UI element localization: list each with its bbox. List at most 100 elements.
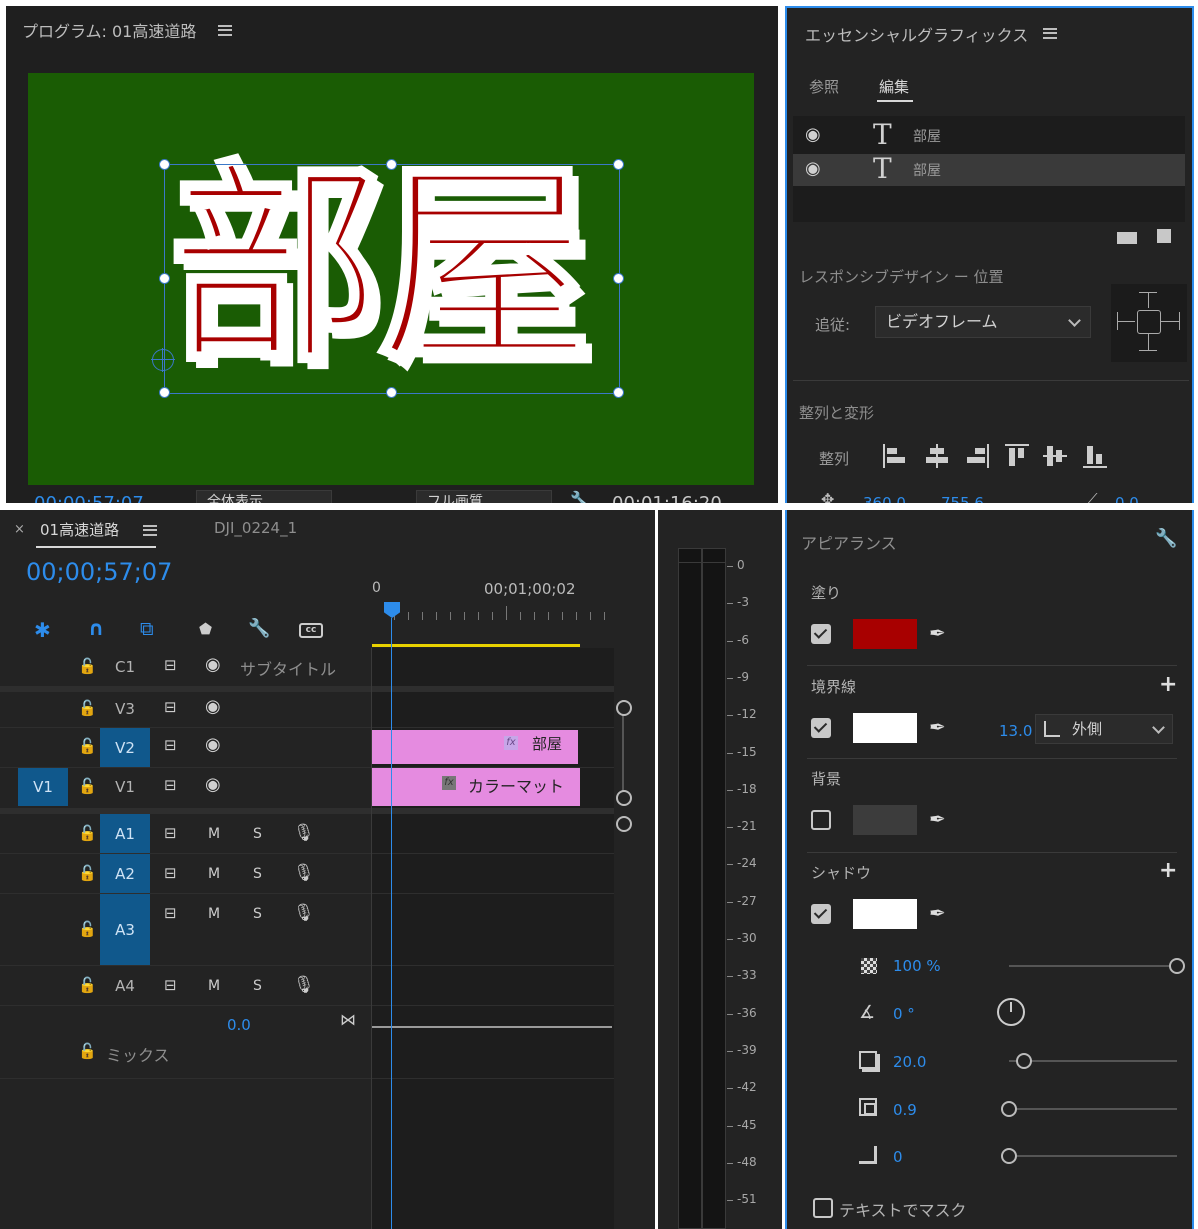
stroke-color-swatch[interactable] xyxy=(853,713,917,743)
mix-volume-value[interactable]: 0.0 xyxy=(227,1016,251,1034)
snap-magnet-icon[interactable]: ∩ xyxy=(88,616,104,640)
eye-icon[interactable]: ◉ xyxy=(205,654,221,675)
mute-button[interactable]: M xyxy=(208,826,220,842)
video-frame[interactable]: 部屋 xyxy=(28,73,754,485)
align-left-icon[interactable] xyxy=(883,444,907,468)
lock-icon[interactable]: 🔓 xyxy=(78,1042,97,1060)
handle-top-mid[interactable] xyxy=(386,159,397,170)
eye-icon[interactable]: ◉ xyxy=(205,734,221,755)
nest-toggle-icon[interactable]: ✱ xyxy=(34,618,51,642)
mute-button[interactable]: M xyxy=(208,866,220,882)
background-color-swatch[interactable] xyxy=(853,805,917,835)
layer-row[interactable]: ◉ T 部屋 xyxy=(793,118,1185,152)
sync-lock-icon[interactable]: ⊟ xyxy=(164,976,177,994)
handle-bottom-right[interactable] xyxy=(613,387,624,398)
pin-to-edges-widget[interactable] xyxy=(1111,284,1187,362)
handle-bottom-mid[interactable] xyxy=(386,387,397,398)
stroke-position-dropdown[interactable]: 外側 xyxy=(1035,714,1173,744)
add-stroke-icon[interactable]: + xyxy=(1159,672,1177,697)
new-group-folder-icon[interactable] xyxy=(1117,232,1137,244)
lock-icon[interactable]: 🔓 xyxy=(78,864,97,882)
timeline-menu-icon[interactable] xyxy=(143,525,157,536)
lock-icon[interactable]: 🔓 xyxy=(78,737,97,755)
stroke-checkbox[interactable] xyxy=(811,718,831,738)
track-label-a3[interactable]: A3 xyxy=(100,894,150,966)
shadow-blur-value[interactable]: 0 xyxy=(893,1148,903,1166)
handle-top-left[interactable] xyxy=(159,159,170,170)
sync-lock-icon[interactable]: ⊟ xyxy=(164,698,177,716)
mute-button[interactable]: M xyxy=(208,906,220,922)
track-label-v1[interactable]: V1 xyxy=(100,768,150,806)
eyedropper-icon[interactable]: ✒ xyxy=(929,715,946,739)
lock-icon[interactable]: 🔓 xyxy=(78,777,97,795)
sync-lock-icon[interactable]: ⊟ xyxy=(164,864,177,882)
anchor-point-icon[interactable] xyxy=(151,348,175,372)
add-marker-icon[interactable]: ⬟ xyxy=(199,620,212,638)
microphone-icon[interactable]: 🎙 xyxy=(293,863,315,883)
handle-mid-right[interactable] xyxy=(613,273,624,284)
eye-icon[interactable]: ◉ xyxy=(205,774,221,795)
scroll-handle-bottom[interactable] xyxy=(616,790,632,806)
vertical-scrollbar[interactable] xyxy=(616,690,632,810)
microphone-icon[interactable]: 🎙 xyxy=(293,903,315,923)
fill-color-swatch[interactable] xyxy=(853,619,917,649)
solo-button[interactable]: S xyxy=(253,978,262,994)
position-x-value[interactable]: 360.0 xyxy=(863,494,906,503)
shadow-distance-value[interactable]: 20.0 xyxy=(893,1053,926,1071)
size-slider-handle[interactable] xyxy=(1001,1101,1017,1117)
opacity-slider-handle[interactable] xyxy=(1169,958,1185,974)
eyedropper-icon[interactable]: ✒ xyxy=(929,621,946,645)
sync-lock-icon[interactable]: ⊟ xyxy=(164,736,177,754)
shadow-opacity-value[interactable]: 100 % xyxy=(893,957,941,975)
opacity-slider-track[interactable] xyxy=(1009,965,1177,967)
handle-mid-left[interactable] xyxy=(159,273,170,284)
microphone-icon[interactable]: 🎙 xyxy=(293,975,315,995)
close-tab-icon[interactable]: × xyxy=(14,522,25,537)
scroll-handle-top[interactable] xyxy=(616,700,632,716)
follow-dropdown[interactable]: ビデオフレーム xyxy=(875,306,1091,338)
essential-graphics-menu-icon[interactable] xyxy=(1043,28,1057,39)
layer-row-selected[interactable]: ◉ T 部屋 xyxy=(793,152,1185,186)
layer-name[interactable]: 部屋 xyxy=(913,126,941,146)
clip-title-graphic[interactable]: fx 部屋 xyxy=(372,730,578,764)
sync-lock-icon[interactable]: ⊟ xyxy=(164,656,177,674)
eyedropper-icon[interactable]: ✒ xyxy=(929,807,946,831)
size-slider-track[interactable] xyxy=(1009,1108,1177,1110)
appearance-wrench-icon[interactable]: 🔧 xyxy=(1155,528,1177,549)
eye-icon[interactable]: ◉ xyxy=(805,158,821,179)
layer-name[interactable]: 部屋 xyxy=(913,160,941,180)
quality-select[interactable]: フル画質 xyxy=(416,490,552,503)
mask-with-text-checkbox[interactable] xyxy=(813,1198,833,1218)
ruler[interactable] xyxy=(372,606,612,622)
track-label-c1[interactable]: C1 xyxy=(100,648,150,686)
background-checkbox[interactable] xyxy=(811,810,831,830)
tab-sequence-other[interactable]: DJI_0224_1 xyxy=(214,519,297,537)
align-center-v-icon[interactable] xyxy=(1043,444,1067,468)
lock-icon[interactable]: 🔓 xyxy=(78,699,97,717)
sync-lock-icon[interactable]: ⊟ xyxy=(164,904,177,922)
essential-graphics-title[interactable]: エッセンシャルグラフィックス xyxy=(805,22,1028,46)
mix-bowtie-icon[interactable]: ⋈ xyxy=(340,1010,356,1029)
settings-wrench-icon[interactable]: 🔧 xyxy=(570,490,590,503)
clip-color-matte[interactable]: fx カラーマット xyxy=(372,768,580,806)
solo-button[interactable]: S xyxy=(253,906,262,922)
eyedropper-icon[interactable]: ✒ xyxy=(929,901,946,925)
program-menu-icon[interactable] xyxy=(218,25,232,36)
program-timecode-left[interactable]: 00;00;57;07 xyxy=(34,493,144,503)
lock-icon[interactable]: 🔓 xyxy=(78,657,97,675)
work-area-bar[interactable] xyxy=(372,644,580,647)
align-bottom-icon[interactable] xyxy=(1083,444,1107,468)
mute-button[interactable]: M xyxy=(208,978,220,994)
handle-bottom-left[interactable] xyxy=(159,387,170,398)
shadow-checkbox[interactable] xyxy=(811,904,831,924)
position-y-value[interactable]: 755.6 xyxy=(941,494,984,503)
zoom-select[interactable]: 全体表示 xyxy=(196,490,332,503)
shadow-size-value[interactable]: 0.9 xyxy=(893,1101,917,1119)
rotation-value[interactable]: 0.0 xyxy=(1115,494,1139,503)
solo-button[interactable]: S xyxy=(253,826,262,842)
lock-icon[interactable]: 🔓 xyxy=(78,824,97,842)
fill-checkbox[interactable] xyxy=(811,624,831,644)
track-label-a4[interactable]: A4 xyxy=(100,966,150,1006)
shadow-color-swatch[interactable] xyxy=(853,899,917,929)
blur-slider-track[interactable] xyxy=(1009,1155,1177,1157)
